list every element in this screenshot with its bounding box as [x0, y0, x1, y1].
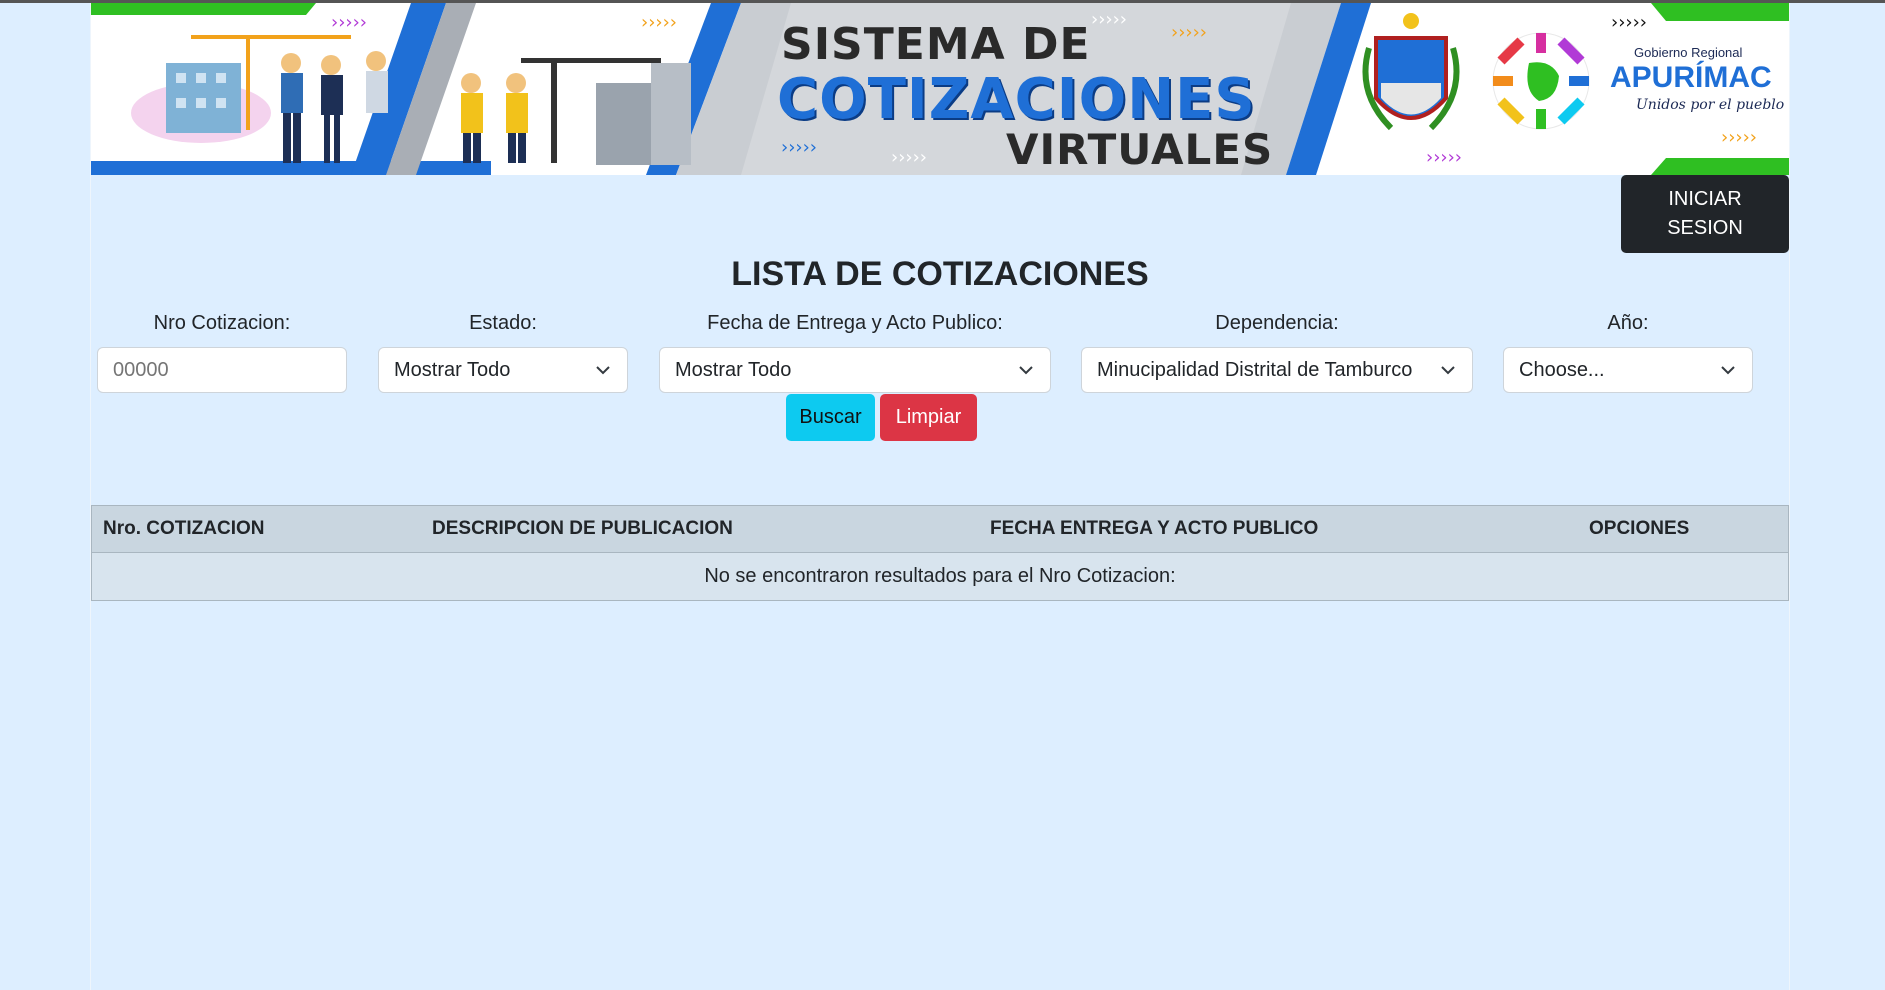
estado-select[interactable]: Mostrar Todo	[378, 347, 628, 393]
anio-select-value: Choose...	[1519, 359, 1605, 381]
search-button[interactable]: Buscar	[786, 394, 875, 441]
nro-cotizacion-label: Nro Cotizacion:	[153, 312, 291, 334]
page-title: LISTA DE COTIZACIONES	[731, 255, 1149, 293]
fecha-select-value: Mostrar Todo	[675, 359, 792, 381]
chevron-down-icon	[1721, 366, 1735, 375]
region-name: APURÍMAC	[1610, 61, 1772, 94]
table-header: Nro. COTIZACION DESCRIPCION DE PUBLICACI…	[91, 505, 1789, 553]
banner-title-line2: COTIZACIONES	[777, 67, 1256, 132]
login-label-line2: SESION	[1667, 217, 1743, 239]
svg-text:›››››: ›››››	[781, 137, 817, 158]
anio-select[interactable]: Choose...	[1503, 347, 1753, 393]
banner-title-line1: SISTEMA DE	[781, 19, 1091, 70]
banner-title-line3: VIRTUALES	[1006, 125, 1274, 174]
clear-button[interactable]: Limpiar	[880, 394, 977, 441]
login-button[interactable]: INICIAR SESION	[1621, 175, 1789, 253]
dependencia-label: Dependencia:	[1215, 312, 1339, 334]
svg-text:›››››: ›››››	[1426, 147, 1462, 168]
estado-select-value: Mostrar Todo	[394, 359, 511, 381]
gobierno-regional-label: Gobierno Regional	[1634, 45, 1743, 60]
region-slogan: Unidos por el pueblo	[1636, 97, 1785, 113]
chevron-down-icon	[1019, 366, 1033, 375]
estado-label: Estado:	[469, 312, 537, 334]
svg-text:›››››: ›››››	[1611, 12, 1647, 33]
fecha-label: Fecha de Entrega y Acto Publico:	[707, 312, 1003, 334]
dependencia-select-value: Minucipalidad Distrital de Tamburco	[1097, 359, 1413, 381]
fecha-select[interactable]: Mostrar Todo	[659, 347, 1051, 393]
login-label-line1: INICIAR	[1668, 188, 1742, 210]
svg-text:›››››: ›››››	[331, 12, 367, 33]
column-header-fecha: FECHA ENTREGA Y ACTO PUBLICO	[990, 518, 1319, 539]
svg-text:›››››: ›››››	[1721, 127, 1757, 148]
svg-text:›››››: ›››››	[1171, 22, 1207, 43]
svg-text:›››››: ›››››	[891, 147, 927, 168]
page-container: ››››› ››››› ››››› ››››› ››››› ››››› ››››…	[90, 3, 1790, 990]
chevron-down-icon	[1441, 366, 1455, 375]
table-empty-row: No se encontraron resultados para el Nro…	[91, 553, 1789, 601]
chevron-down-icon	[596, 366, 610, 375]
column-header-descripcion: DESCRIPCION DE PUBLICACION	[432, 518, 733, 539]
header-banner: ››››› ››››› ››››› ››››› ››››› ››››› ››››…	[91, 3, 1789, 175]
svg-text:›››››: ›››››	[641, 12, 677, 33]
anio-label: Año:	[1607, 312, 1649, 334]
dependencia-select[interactable]: Minucipalidad Distrital de Tamburco	[1081, 347, 1473, 393]
nro-cotizacion-input[interactable]	[97, 347, 347, 393]
column-header-nro: Nro. COTIZACION	[103, 518, 265, 539]
column-header-opciones: OPCIONES	[1589, 518, 1690, 539]
svg-text:›››››: ›››››	[1091, 9, 1127, 30]
empty-results-message: No se encontraron resultados para el Nro…	[704, 565, 1176, 587]
